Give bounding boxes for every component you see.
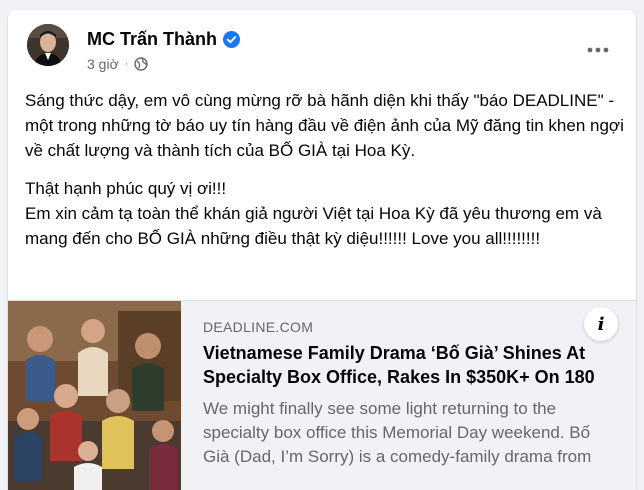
author-line: MC Trấn Thành [87,29,240,50]
post-message: Sáng thức dậy, em vô cùng mừng rỡ bà hãn… [25,88,625,264]
link-preview-info: DEADLINE.COM Vietnamese Family Drama ‘Bố… [203,319,623,469]
meta-separator: · [124,58,129,70]
more-options-button[interactable] [580,32,616,68]
author-avatar[interactable] [27,24,69,66]
post-paragraph: Sáng thức dậy, em vô cùng mừng rỡ bà hãn… [25,91,624,160]
link-description: We might finally see some light returnin… [203,399,592,466]
link-preview-card[interactable]: DEADLINE.COM Vietnamese Family Drama ‘Bố… [8,300,636,490]
more-options-icon [587,47,609,53]
post-header: MC Trấn Thành 3 giờ · [8,10,636,84]
avatar-image [27,24,69,66]
globe-icon [134,57,149,71]
movie-still-image [8,301,181,490]
info-icon: i [597,313,605,335]
link-domain: DEADLINE.COM [203,319,314,335]
link-title[interactable]: Vietnamese Family Drama ‘Bố Già’ Shines … [203,341,615,389]
info-button[interactable]: i [584,307,618,341]
post-card: MC Trấn Thành 3 giờ · Sáng thức dậy, em … [8,10,636,490]
author-name[interactable]: MC Trấn Thành [87,29,217,50]
verified-badge-icon [223,31,240,48]
post-meta: 3 giờ · [87,56,149,72]
link-preview-thumbnail[interactable] [8,301,181,490]
post-timestamp[interactable]: 3 giờ [87,56,119,72]
post-paragraph: Thật hạnh phúc quý vị ơi!!! Em xin cảm t… [25,179,602,248]
